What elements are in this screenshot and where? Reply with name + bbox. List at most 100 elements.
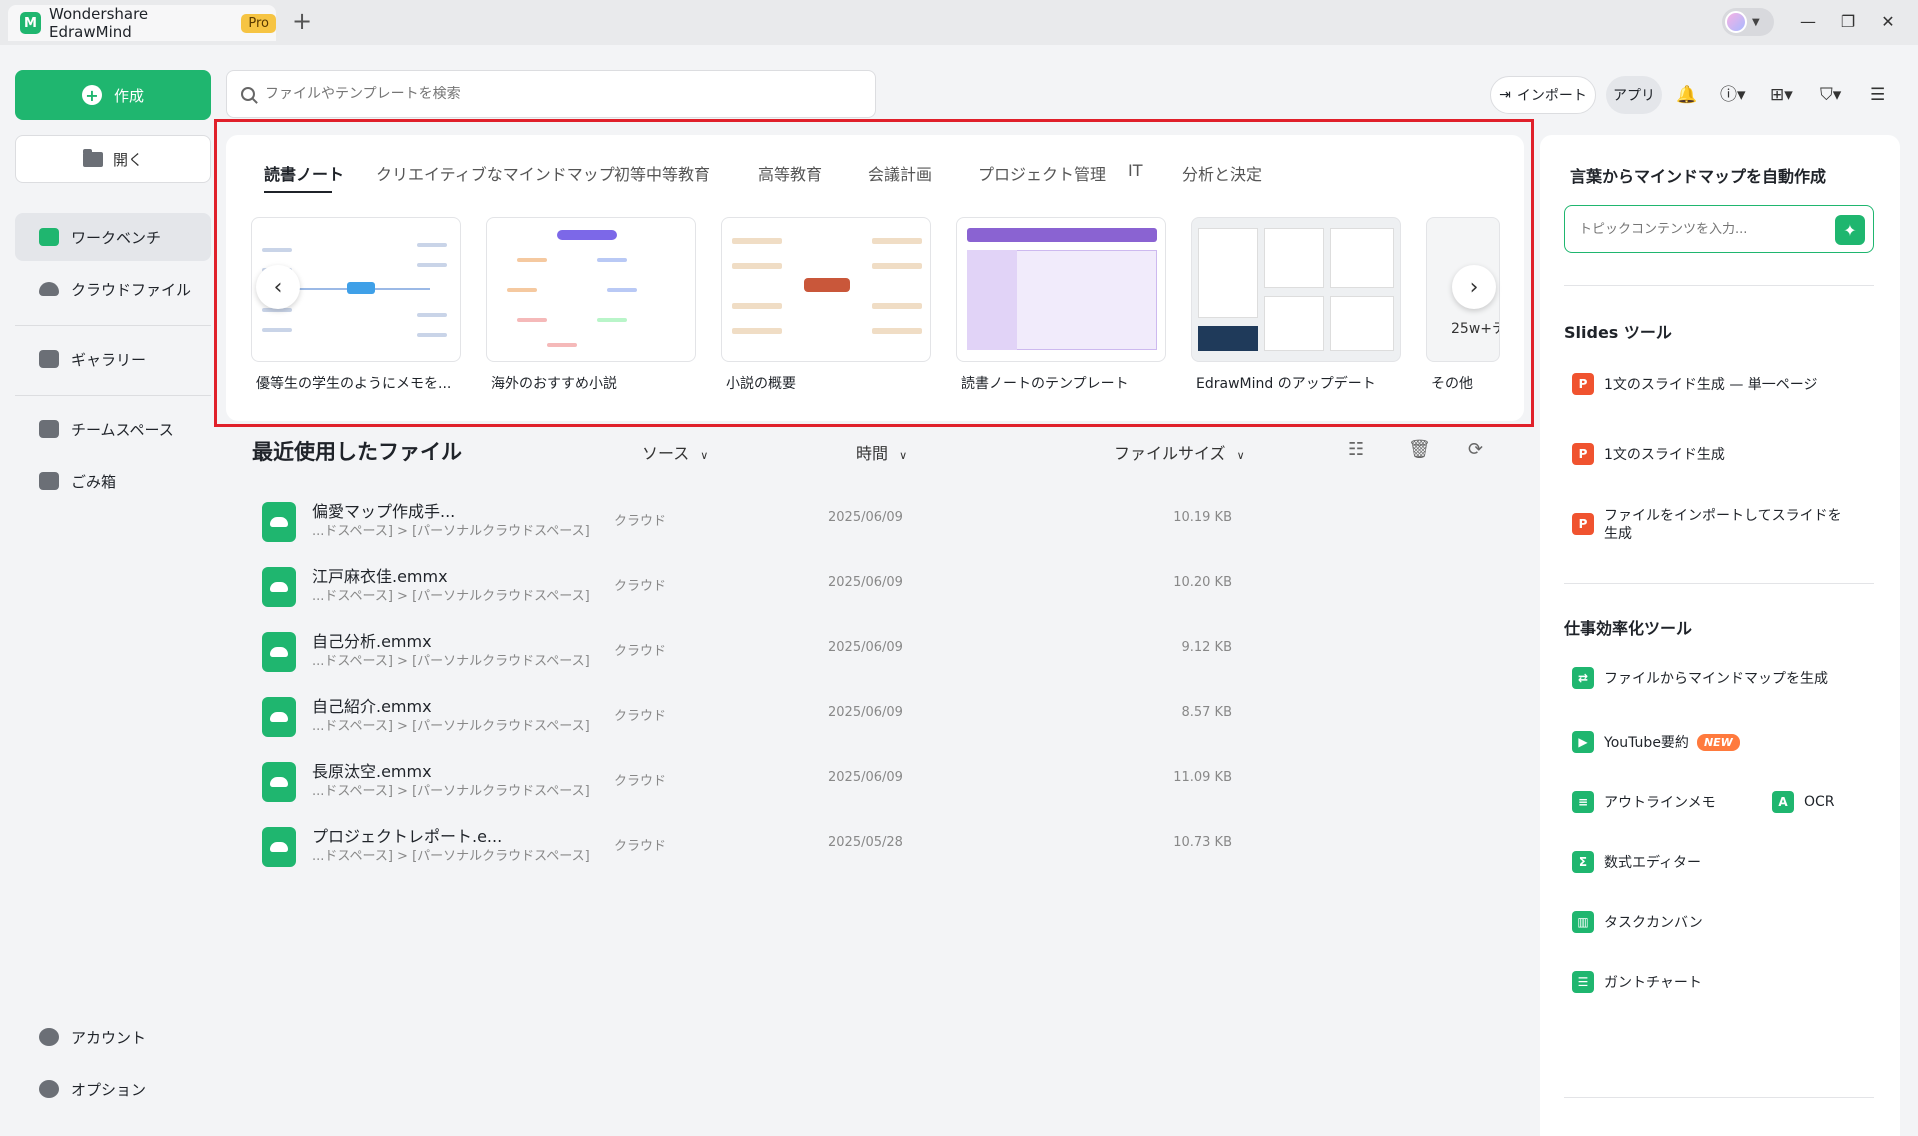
thumb-node (417, 263, 447, 267)
template-card[interactable] (1191, 217, 1401, 362)
file-size: 10.73 KB (1173, 835, 1232, 850)
thumb-node (597, 318, 627, 322)
ocr-item[interactable]: A OCR (1772, 791, 1835, 813)
new-tab-button[interactable]: + (290, 9, 314, 34)
shirt-theme-icon[interactable]: ⛉▾ (1820, 82, 1841, 108)
file-row[interactable]: 偏愛マップ作成手... ...ドスペース] > [パーソナルクラウドスペース] … (252, 494, 1252, 554)
file-row[interactable]: 江戸麻衣佳.emmx ...ドスペース] > [パーソナルクラウドスペース] ク… (252, 559, 1252, 619)
template-card[interactable] (956, 217, 1166, 362)
file-row[interactable]: プロジェクトレポート.e... ...ドスペース] > [パーソナルクラウドスペ… (252, 819, 1252, 879)
search-box[interactable] (226, 70, 876, 118)
panel-divider (1564, 1097, 1874, 1098)
account-avatar-button[interactable]: ▼ (1722, 8, 1774, 36)
file-row[interactable]: 長原汰空.emmx ...ドスペース] > [パーソナルクラウドスペース] クラ… (252, 754, 1252, 814)
slides-generate-item[interactable]: P 1文のスライド生成 (1572, 443, 1725, 465)
trash-icon[interactable]: 🗑 (1408, 439, 1431, 460)
carousel-prev-button[interactable]: ‹ (256, 265, 300, 309)
time-sort-dropdown[interactable]: 時間 ∨ (856, 440, 907, 464)
file-time: 2025/06/09 (828, 705, 903, 720)
thumb-node (517, 318, 547, 322)
sidebar-item-account[interactable]: アカウント (15, 1013, 211, 1061)
file-path: ...ドスペース] > [パーソナルクラウドスペース] (312, 784, 590, 799)
list-view-icon[interactable]: ☷ (1348, 439, 1364, 460)
slides-stack-icon: P (1572, 443, 1594, 465)
template-card[interactable] (486, 217, 696, 362)
template-card[interactable] (721, 217, 931, 362)
file-size: 9.12 KB (1181, 640, 1232, 655)
thumb-page (1330, 296, 1394, 351)
template-count: 25w+テ (1451, 321, 1499, 337)
tab-reading-notes[interactable]: 読書ノート (264, 161, 344, 185)
apps-button[interactable]: アプリ (1606, 76, 1662, 114)
outline-memo-item[interactable]: ≡ アウトラインメモ (1572, 791, 1716, 813)
plus-icon: + (81, 85, 102, 105)
sidebar-item-teamspace[interactable]: チームスペース (15, 405, 211, 453)
file-name: 長原汰空.emmx (312, 762, 432, 781)
youtube-summary-item[interactable]: ▶ YouTube要約 NEW (1572, 731, 1740, 753)
sidebar-item-label: アカウント (71, 1028, 147, 1047)
tab-primary-secondary[interactable]: 初等中等教育 (614, 161, 710, 185)
active-tab-indicator (264, 191, 332, 193)
thumb-node (732, 238, 782, 244)
help-icon[interactable]: ⓘ▾ (1720, 82, 1746, 108)
play-icon: ▶ (1572, 731, 1594, 753)
thumb-node (872, 263, 922, 269)
refresh-icon[interactable]: ⟳ (1468, 439, 1483, 460)
file-row[interactable]: 自己分析.emmx ...ドスペース] > [パーソナルクラウドスペース] クラ… (252, 624, 1252, 684)
close-button[interactable]: ✕ (1874, 8, 1902, 36)
file-source: クラウド (614, 579, 667, 594)
bell-icon[interactable]: 🔔 (1676, 82, 1697, 108)
template-card-label: EdrawMind のアップデート (1196, 376, 1376, 392)
slides-import-icon: P (1572, 513, 1594, 535)
ocr-icon: A (1772, 791, 1794, 813)
gantt-chart-item[interactable]: ☰ ガントチャート (1572, 971, 1702, 993)
sidebar-item-gallery[interactable]: ギャラリー (15, 335, 211, 383)
topic-box[interactable]: ✦ (1564, 205, 1874, 253)
sidebar-item-label: ごみ箱 (71, 472, 117, 491)
source-sort-dropdown[interactable]: ソース ∨ (642, 440, 708, 464)
file-source: クラウド (614, 839, 667, 854)
sidebar-item-trash[interactable]: ごみ箱 (15, 457, 211, 505)
chevron-down-icon: ∨ (700, 449, 709, 462)
pro-badge[interactable]: Pro (241, 13, 276, 33)
carousel-next-button[interactable]: › (1452, 265, 1496, 309)
sparkle-generate-icon[interactable]: ✦ (1835, 215, 1865, 245)
sidebar-item-cloud[interactable]: クラウドファイル (15, 265, 211, 313)
grid-apps-icon[interactable]: ⊞▾ (1770, 82, 1793, 108)
sidebar-item-workbench[interactable]: ワークベンチ (15, 213, 211, 261)
task-kanban-item[interactable]: ▥ タスクカンバン (1572, 911, 1703, 933)
slides-import-item[interactable]: P ファイルをインポートしてスライドを生成 (1572, 507, 1872, 543)
restore-button[interactable]: ❐ (1834, 8, 1862, 36)
file-time: 2025/06/09 (828, 770, 903, 785)
tab-creative-mindmap[interactable]: クリエイティブなマインドマップ (376, 161, 615, 185)
tab-it[interactable]: IT (1128, 161, 1143, 180)
title-bar: M Wondershare EdrawMind Pro + ▼ — ❐ ✕ (0, 0, 1918, 45)
tab-analysis-decision[interactable]: 分析と決定 (1182, 161, 1262, 185)
thumb-node (732, 328, 782, 334)
tab-project-management[interactable]: プロジェクト管理 (978, 161, 1106, 185)
tab-higher-education[interactable]: 高等教育 (758, 161, 822, 185)
size-sort-dropdown[interactable]: ファイルサイズ ∨ (1114, 440, 1245, 464)
app-tab[interactable]: M Wondershare EdrawMind Pro (8, 5, 276, 41)
thumb-node (417, 243, 447, 247)
formula-editor-item[interactable]: Σ 数式エディター (1572, 851, 1701, 873)
open-button[interactable]: 開く (15, 135, 211, 183)
file-row[interactable]: 自己紹介.emmx ...ドスペース] > [パーソナルクラウドスペース] クラ… (252, 689, 1252, 749)
sigma-icon: Σ (1572, 851, 1594, 873)
time-header-label: 時間 (856, 444, 889, 463)
template-panel: 読書ノート クリエイティブなマインドマップ 初等中等教育 高等教育 会議計画 プ… (226, 135, 1524, 421)
file-to-mindmap-item[interactable]: ⇄ ファイルからマインドマップを生成 (1572, 667, 1828, 689)
topic-input[interactable] (1579, 221, 1819, 237)
edrawmind-logo-icon: M (20, 12, 42, 34)
minimize-button[interactable]: — (1794, 8, 1822, 36)
search-input[interactable] (265, 86, 845, 102)
sidebar-item-options[interactable]: オプション (15, 1065, 211, 1113)
create-button[interactable]: + 作成 (15, 70, 211, 120)
source-header-label: ソース (642, 444, 690, 463)
file-source: クラウド (614, 709, 667, 724)
tab-meeting-planning[interactable]: 会議計画 (868, 161, 932, 185)
menu-icon[interactable]: ☰ (1870, 82, 1885, 108)
import-button[interactable]: ⇥ インポート (1490, 76, 1596, 114)
avatar (1725, 11, 1747, 33)
slides-single-page-item[interactable]: P 1文のスライド生成 — 単一ページ (1572, 373, 1818, 395)
